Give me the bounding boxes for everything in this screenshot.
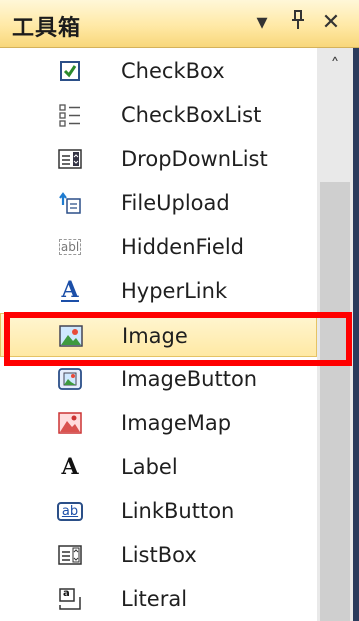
- literal-icon: a: [57, 586, 83, 612]
- toolbox-item-label: Literal: [121, 587, 188, 611]
- scroll-up-icon[interactable]: ˄: [317, 48, 353, 84]
- toolbox-item-dropdownlist[interactable]: DropDownList: [0, 137, 317, 181]
- toolbox-item-literal[interactable]: a Literal: [0, 577, 317, 621]
- toolbox-item-imagebutton[interactable]: ImageButton: [0, 357, 317, 401]
- label-icon: A: [61, 454, 79, 480]
- checkbox-icon: [57, 58, 83, 84]
- toolbox-title-bar: 工具箱 ▾ ✕: [0, 0, 359, 48]
- scrollbar-thumb[interactable]: [320, 182, 350, 621]
- toolbox-item-image[interactable]: Image: [0, 313, 317, 357]
- toolbox-item-label: CheckBox: [121, 59, 225, 83]
- toolbox-item-linkbutton[interactable]: ab LinkButton: [0, 489, 317, 533]
- toolbox-item-label: ImageButton: [121, 367, 258, 391]
- hidden-field-icon: abl: [58, 239, 82, 255]
- toolbox-item-label: LinkButton: [121, 499, 235, 523]
- image-icon: [58, 323, 84, 349]
- image-map-icon: [57, 410, 83, 436]
- toolbox-item-hiddenfield[interactable]: abl HiddenField: [0, 225, 317, 269]
- file-upload-icon: [57, 190, 83, 216]
- toolbox-item-imagemap[interactable]: ImageMap: [0, 401, 317, 445]
- link-button-icon: ab: [56, 498, 84, 524]
- toolbox-item-label: FileUpload: [121, 191, 230, 215]
- auto-hide-pin-icon[interactable]: [285, 9, 311, 37]
- toolbox-item-label: DropDownList: [121, 147, 268, 171]
- list-box-icon: [57, 542, 83, 568]
- toolbox-item-label: HiddenField: [121, 235, 244, 259]
- close-icon[interactable]: ✕: [318, 9, 344, 37]
- checkbox-list-icon: [57, 102, 83, 128]
- toolbox-item-listbox[interactable]: ListBox: [0, 533, 317, 577]
- toolbox-item-fileupload[interactable]: FileUpload: [0, 181, 317, 225]
- image-button-icon: [57, 366, 83, 392]
- panel-right-edge: [353, 48, 359, 621]
- toolbox-item-checkboxlist[interactable]: CheckBoxList: [0, 93, 317, 137]
- toolbox-panel: 工具箱 ▾ ✕ CheckBox CheckBoxList DropDownLi…: [0, 0, 359, 621]
- toolbox-item-hyperlink[interactable]: A HyperLink: [0, 269, 317, 313]
- toolbox-item-label: HyperLink: [121, 279, 228, 303]
- vertical-scrollbar[interactable]: ˄: [317, 48, 353, 621]
- hyperlink-icon: A: [61, 277, 79, 303]
- toolbox-item-label-control[interactable]: A Label: [0, 445, 317, 489]
- toolbox-item-checkbox[interactable]: CheckBox: [0, 49, 317, 93]
- window-position-dropdown-icon[interactable]: ▾: [249, 9, 275, 37]
- toolbox-item-label: ListBox: [121, 543, 197, 567]
- dropdown-list-icon: [57, 146, 83, 172]
- toolbox-item-label: CheckBoxList: [121, 103, 262, 127]
- toolbox-item-label: Image: [122, 324, 188, 348]
- toolbox-item-label: Label: [121, 455, 178, 479]
- toolbox-item-label: ImageMap: [121, 411, 232, 435]
- toolbox-title: 工具箱: [12, 16, 82, 41]
